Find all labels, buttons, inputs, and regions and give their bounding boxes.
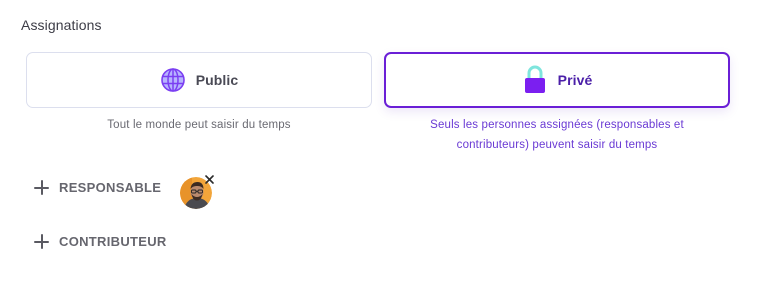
add-responsable-button[interactable]: RESPONSABLE [34,180,161,195]
private-option-label: Privé [557,72,593,88]
add-contributeur-button[interactable]: CONTRIBUTEUR [34,234,167,249]
public-option-label: Public [195,72,239,88]
lock-icon [522,65,548,95]
plus-icon [34,234,49,249]
private-description-line-2: contributeurs) peuvent saisir du temps [456,139,658,151]
responsable-label: RESPONSABLE [59,180,162,195]
plus-icon [34,180,49,195]
section-title: Assignations [21,17,102,33]
contributeur-label: CONTRIBUTEUR [59,234,167,249]
public-option-card[interactable]: Public [26,52,372,108]
private-description-line-1: Seuls les personnes assignées (responsab… [430,119,684,131]
responsable-assignee [180,174,215,209]
globe-icon [160,67,186,93]
private-option-card[interactable]: Privé [384,52,730,108]
remove-assignee-icon[interactable] [204,174,215,185]
private-option-description: Seuls les personnes assignées (responsab… [384,115,730,155]
public-option-description: Tout le monde peut saisir du temps [107,119,291,131]
